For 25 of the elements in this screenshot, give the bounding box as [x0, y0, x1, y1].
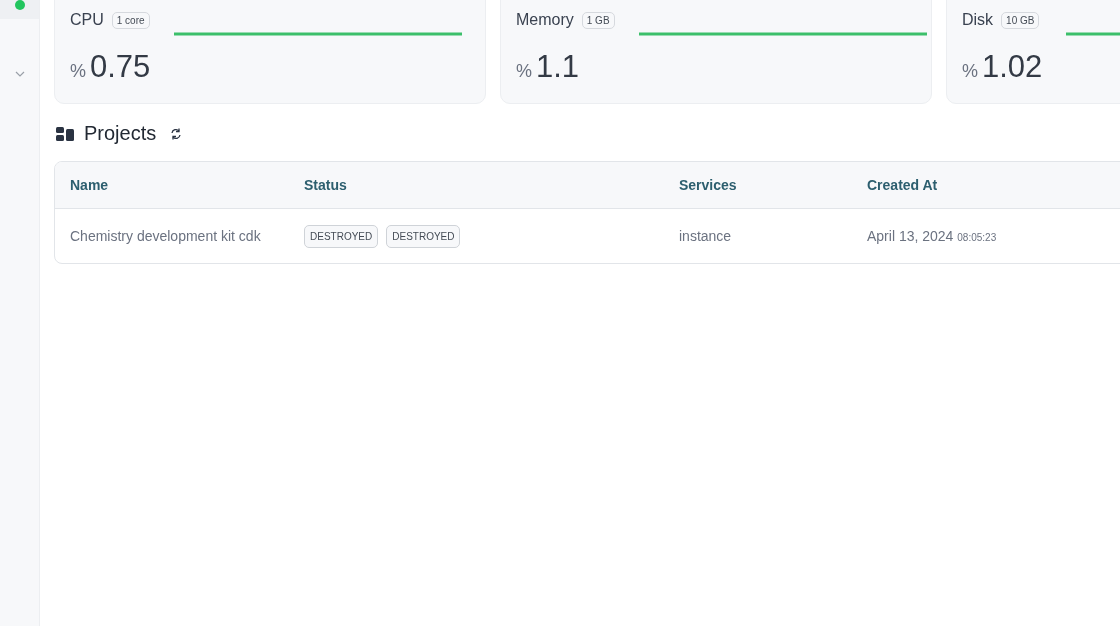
metric-value: 1.02	[982, 49, 1043, 85]
metric-unit: %	[962, 61, 978, 82]
column-header[interactable]: Name	[70, 177, 304, 193]
status-tag: DESTROYED	[304, 224, 379, 248]
column-header[interactable]: Status	[304, 177, 679, 193]
services-cell-text: instance	[679, 228, 733, 244]
metric-capacity-badge: 1 core	[111, 11, 150, 29]
section-title: Projects	[84, 122, 157, 145]
metric-value: 1.1	[536, 49, 580, 85]
metric-title: CPU	[70, 11, 104, 29]
metric-title: Memory	[516, 11, 574, 29]
metric-capacity-badge: 1 GB	[581, 11, 615, 29]
status-tag: DESTROYED	[386, 224, 461, 248]
metric-unit: %	[516, 61, 532, 82]
metric-unit: %	[70, 61, 86, 82]
column-header[interactable]: Created At	[867, 177, 1120, 193]
project-name[interactable]: Chemistry development kit cdk	[70, 228, 304, 244]
created-date: April 13, 2024 08:05:23	[867, 228, 998, 244]
metric-title: Disk	[962, 11, 994, 29]
metric-value: 0.75	[90, 49, 151, 85]
projects-icon	[56, 126, 74, 141]
refresh-icon[interactable]	[170, 127, 183, 140]
metric-capacity-badge: 10 GB	[1001, 11, 1040, 29]
column-header[interactable]: Services	[679, 177, 867, 193]
status-dot-icon	[14, 0, 25, 10]
